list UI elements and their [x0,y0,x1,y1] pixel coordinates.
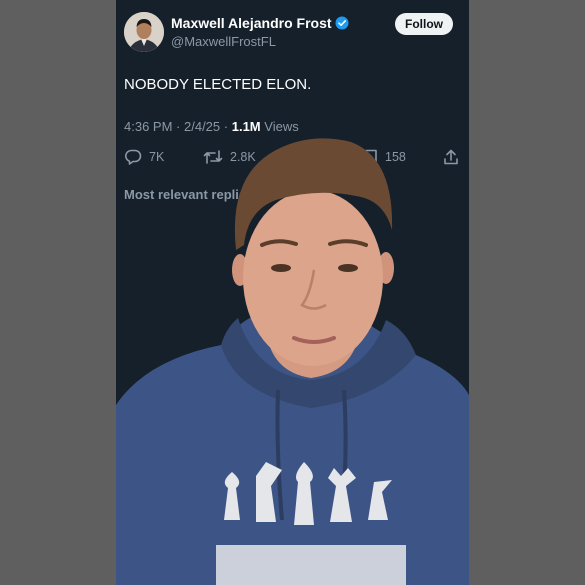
person-video-overlay [116,138,469,585]
video-frame: Maxwell Alejandro Frost @MaxwellFrostFL … [0,0,585,585]
eye [271,264,291,272]
eye [338,264,358,272]
tweet-screenshot-overlay: Maxwell Alejandro Frost @MaxwellFrostFL … [116,0,469,585]
